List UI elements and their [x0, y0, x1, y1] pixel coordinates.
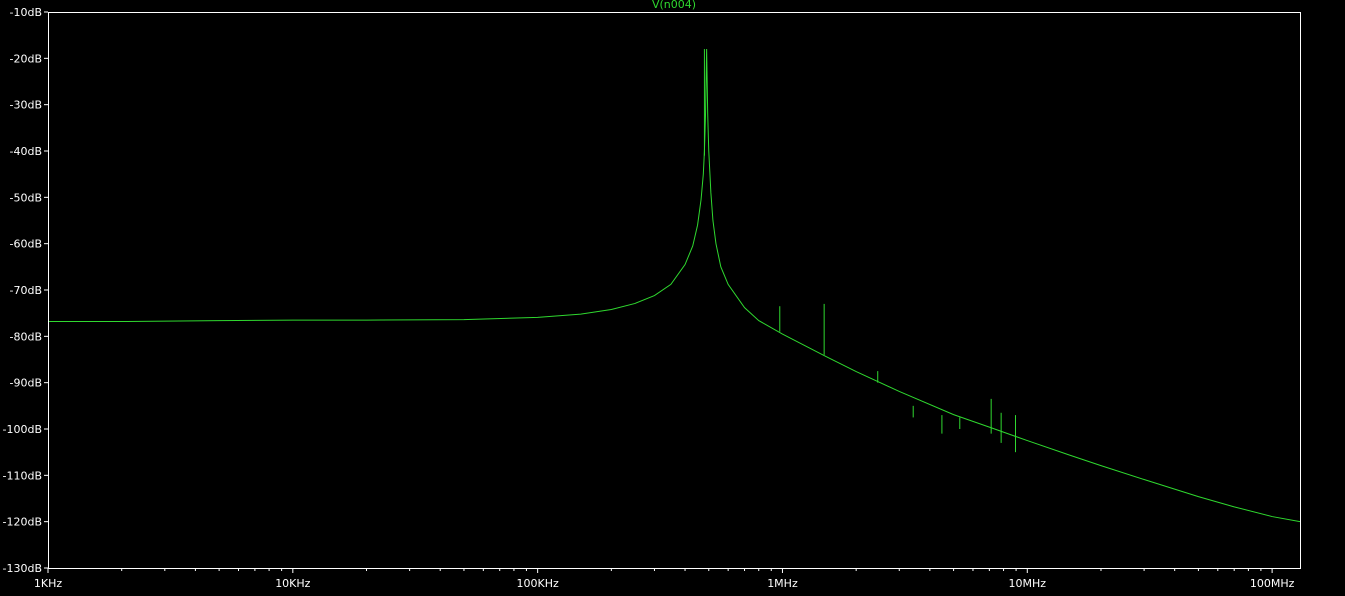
y-tick-label: -120dB	[3, 516, 43, 529]
x-tick-label: 100KHz	[517, 577, 559, 590]
chart-title[interactable]: V(n004)	[652, 0, 696, 11]
x-tick-label: 10KHz	[275, 577, 310, 590]
chart-background	[0, 0, 1345, 596]
y-tick-label: -90dB	[10, 377, 43, 390]
y-tick-label: -130dB	[3, 562, 43, 575]
x-tick-label: 1MHz	[767, 577, 798, 590]
y-tick-label: -110dB	[3, 469, 43, 482]
x-tick-label: 100MHz	[1250, 577, 1295, 590]
y-tick-label: -100dB	[3, 423, 43, 436]
x-tick-label: 10MHz	[1009, 577, 1047, 590]
y-tick-label: -70dB	[10, 284, 43, 297]
y-tick-label: -50dB	[10, 191, 43, 204]
y-tick-label: -20dB	[10, 52, 43, 65]
y-tick-label: -10dB	[10, 6, 43, 19]
y-tick-label: -30dB	[10, 99, 43, 112]
x-tick-label: 1KHz	[34, 577, 62, 590]
y-tick-label: -60dB	[10, 238, 43, 251]
y-tick-label: -80dB	[10, 330, 43, 343]
y-tick-label: -40dB	[10, 145, 43, 158]
chart-svg: V(n004) -10dB -20dB -30dB -40dB -50dB -60dB -7…	[0, 0, 1345, 596]
